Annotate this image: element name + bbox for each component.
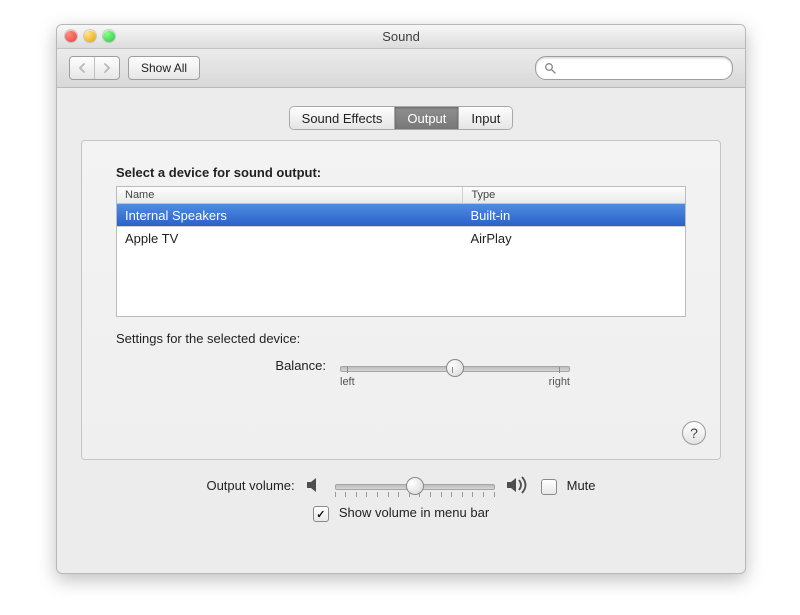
balance-slider[interactable]: left right	[340, 360, 570, 388]
device-name: Internal Speakers	[117, 208, 462, 223]
balance-label: Balance:	[116, 358, 326, 373]
output-panel: Select a device for sound output: Name T…	[81, 140, 721, 460]
show-volume-row: Show volume in menu bar	[313, 504, 489, 520]
search-field[interactable]	[535, 56, 733, 80]
device-type: AirPlay	[462, 231, 685, 246]
device-name: Apple TV	[117, 231, 462, 246]
chevron-left-icon	[77, 63, 87, 73]
slider-minor-ticks	[335, 492, 495, 497]
tab-sound-effects[interactable]: Sound Effects	[290, 107, 395, 129]
speaker-low-icon	[305, 476, 325, 494]
column-type[interactable]: Type	[463, 187, 685, 203]
device-type: Built-in	[462, 208, 685, 223]
settings-heading: Settings for the selected device:	[116, 331, 686, 346]
table-row[interactable]: Internal Speakers Built-in	[117, 204, 685, 226]
balance-left-label: left	[340, 376, 355, 388]
column-name[interactable]: Name	[117, 187, 463, 203]
search-icon	[544, 62, 556, 74]
output-volume-label: Output volume:	[206, 478, 294, 493]
forward-button[interactable]	[94, 57, 119, 79]
tab-bar: Sound Effects Output Input	[57, 106, 745, 130]
close-window-button[interactable]	[65, 30, 77, 42]
device-panel-heading: Select a device for sound output:	[116, 165, 686, 180]
search-input[interactable]	[562, 60, 724, 76]
nav-back-forward	[69, 56, 120, 80]
zoom-window-button[interactable]	[103, 30, 115, 42]
device-panel: Select a device for sound output: Name T…	[116, 165, 686, 317]
tab-output[interactable]: Output	[394, 107, 458, 129]
balance-right-label: right	[549, 376, 570, 388]
help-button[interactable]: ?	[682, 421, 706, 445]
table-row[interactable]: Apple TV AirPlay	[117, 227, 685, 249]
device-settings: Settings for the selected device: Balanc…	[116, 331, 686, 388]
device-table-body: Internal Speakers Built-in Apple TV AirP…	[117, 204, 685, 316]
balance-row: Balance: left right	[116, 360, 686, 388]
tab-group: Sound Effects Output Input	[289, 106, 514, 130]
minimize-window-button[interactable]	[84, 30, 96, 42]
tab-input[interactable]: Input	[458, 107, 512, 129]
footer: Output volume: Mute Show volume in menu …	[57, 476, 745, 520]
toolbar: Show All	[57, 49, 745, 88]
device-table-header: Name Type	[117, 187, 685, 204]
window-controls	[65, 30, 115, 42]
titlebar: Sound	[57, 25, 745, 49]
mute-checkbox[interactable]	[541, 479, 557, 495]
sound-preferences-window: Sound Show All Sound Effects Output Inpu…	[56, 24, 746, 574]
show-volume-menubar-checkbox[interactable]	[313, 506, 329, 522]
slider-ticks: left right	[340, 376, 570, 388]
show-volume-menubar-label: Show volume in menu bar	[339, 505, 489, 520]
output-volume-row: Output volume: Mute	[206, 476, 595, 494]
help-icon: ?	[690, 425, 698, 441]
chevron-right-icon	[102, 63, 112, 73]
back-button[interactable]	[70, 57, 94, 79]
show-all-label: Show All	[141, 61, 187, 75]
window-title: Sound	[382, 29, 420, 44]
output-volume-slider[interactable]	[335, 482, 495, 488]
speaker-high-icon	[505, 476, 531, 494]
slider-knob[interactable]	[446, 359, 464, 377]
device-table: Name Type Internal Speakers Built-in App…	[116, 186, 686, 317]
mute-label: Mute	[567, 478, 596, 493]
show-all-button[interactable]: Show All	[128, 56, 200, 80]
